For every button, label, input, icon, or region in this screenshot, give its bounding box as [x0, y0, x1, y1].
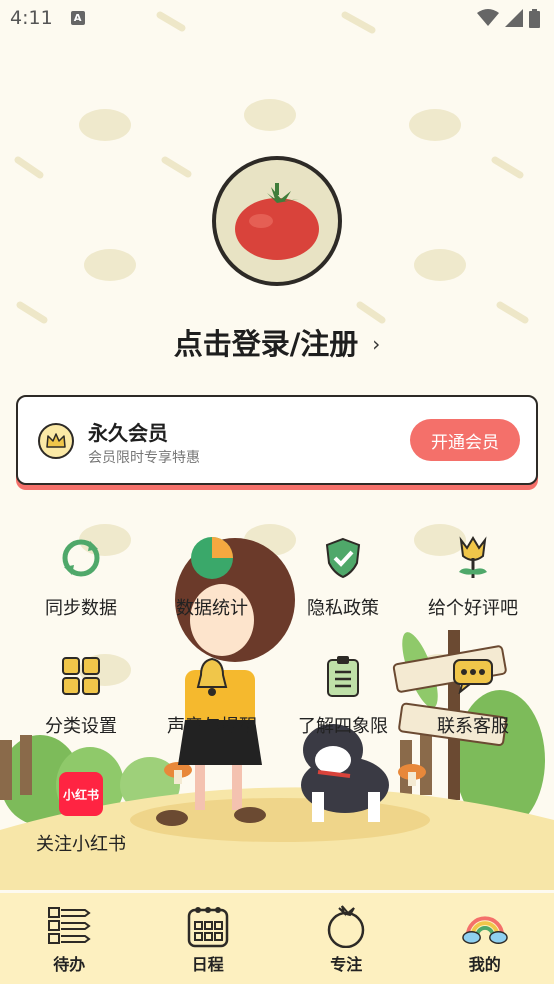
- grid-label: 隐私政策: [307, 598, 379, 619]
- grid-item-contact[interactable]: 联系客服: [408, 652, 538, 752]
- status-time: 4:11: [10, 7, 53, 29]
- notification-a-icon: A: [70, 11, 85, 25]
- grid-label: 分类设置: [45, 716, 117, 737]
- tomato-avatar-icon: [235, 183, 319, 260]
- open-vip-button[interactable]: 开通会员: [410, 419, 520, 461]
- status-bar: 4:11 A: [0, 0, 554, 36]
- tab-label: 待办: [53, 955, 86, 974]
- avatar[interactable]: [212, 156, 342, 286]
- list-icon: [46, 903, 92, 949]
- vip-card[interactable]: 永久会员 会员限时专享特惠 开通会员: [16, 395, 538, 485]
- tab-label: 日程: [191, 955, 224, 974]
- grid-label: 数据统计: [176, 598, 248, 619]
- shield-check-icon: [319, 534, 367, 582]
- sync-icon: [57, 534, 105, 582]
- crown-icon: [38, 423, 74, 459]
- bottom-tab-bar: 待办 日程 专注 我的: [0, 893, 554, 984]
- grid-label: 联系客服: [437, 716, 509, 737]
- tab-label: 我的: [468, 955, 501, 974]
- pie-chart-icon: [188, 534, 236, 582]
- grid-item-quadrant[interactable]: 了解四象限: [278, 652, 408, 752]
- chat-bubble-icon: [449, 652, 497, 700]
- clipboard-icon: [319, 652, 367, 700]
- login-row[interactable]: 点击登录/注册 ›: [0, 322, 554, 362]
- signal-icon: [505, 9, 523, 27]
- chevron-right-icon: ›: [372, 332, 381, 356]
- tab-todo[interactable]: 待办: [0, 893, 139, 984]
- vip-subtitle: 会员限时专享特惠: [88, 450, 200, 466]
- rainbow-icon: [461, 903, 508, 949]
- xiaohongshu-badge: 小红书: [59, 772, 103, 816]
- category-grid-icon: [57, 652, 105, 700]
- bell-icon: [188, 652, 236, 700]
- xiaohongshu-icon: 小红书: [57, 770, 105, 818]
- tab-schedule[interactable]: 日程: [139, 893, 278, 984]
- tab-mine[interactable]: 我的: [416, 893, 554, 984]
- grid-item-stats[interactable]: 数据统计: [147, 534, 277, 634]
- wifi-icon: [477, 9, 499, 26]
- grid-item-sound[interactable]: 声音与提醒: [147, 652, 277, 752]
- grid-item-sync[interactable]: 同步数据: [16, 534, 146, 634]
- tomato-icon: [323, 903, 369, 949]
- grid-item-xiaohongshu[interactable]: 小红书 关注小红书: [16, 770, 146, 870]
- grid-item-category[interactable]: 分类设置: [16, 652, 146, 752]
- grid-item-rate[interactable]: 给个好评吧: [408, 534, 538, 634]
- login-label: 点击登录/注册: [173, 327, 359, 361]
- tab-focus[interactable]: 专注: [277, 893, 416, 984]
- tulip-icon: [449, 534, 497, 582]
- vip-title: 永久会员: [88, 421, 168, 445]
- battery-icon: [529, 8, 540, 28]
- grid-label: 了解四象限: [298, 716, 388, 737]
- grid-label: 关注小红书: [36, 834, 126, 855]
- calendar-icon: [185, 903, 231, 949]
- grid-label: 同步数据: [45, 598, 117, 619]
- grid-item-privacy[interactable]: 隐私政策: [278, 534, 408, 634]
- grid-label: 声音与提醒: [167, 716, 257, 737]
- grid-label: 给个好评吧: [428, 598, 518, 619]
- tab-label: 专注: [330, 955, 363, 974]
